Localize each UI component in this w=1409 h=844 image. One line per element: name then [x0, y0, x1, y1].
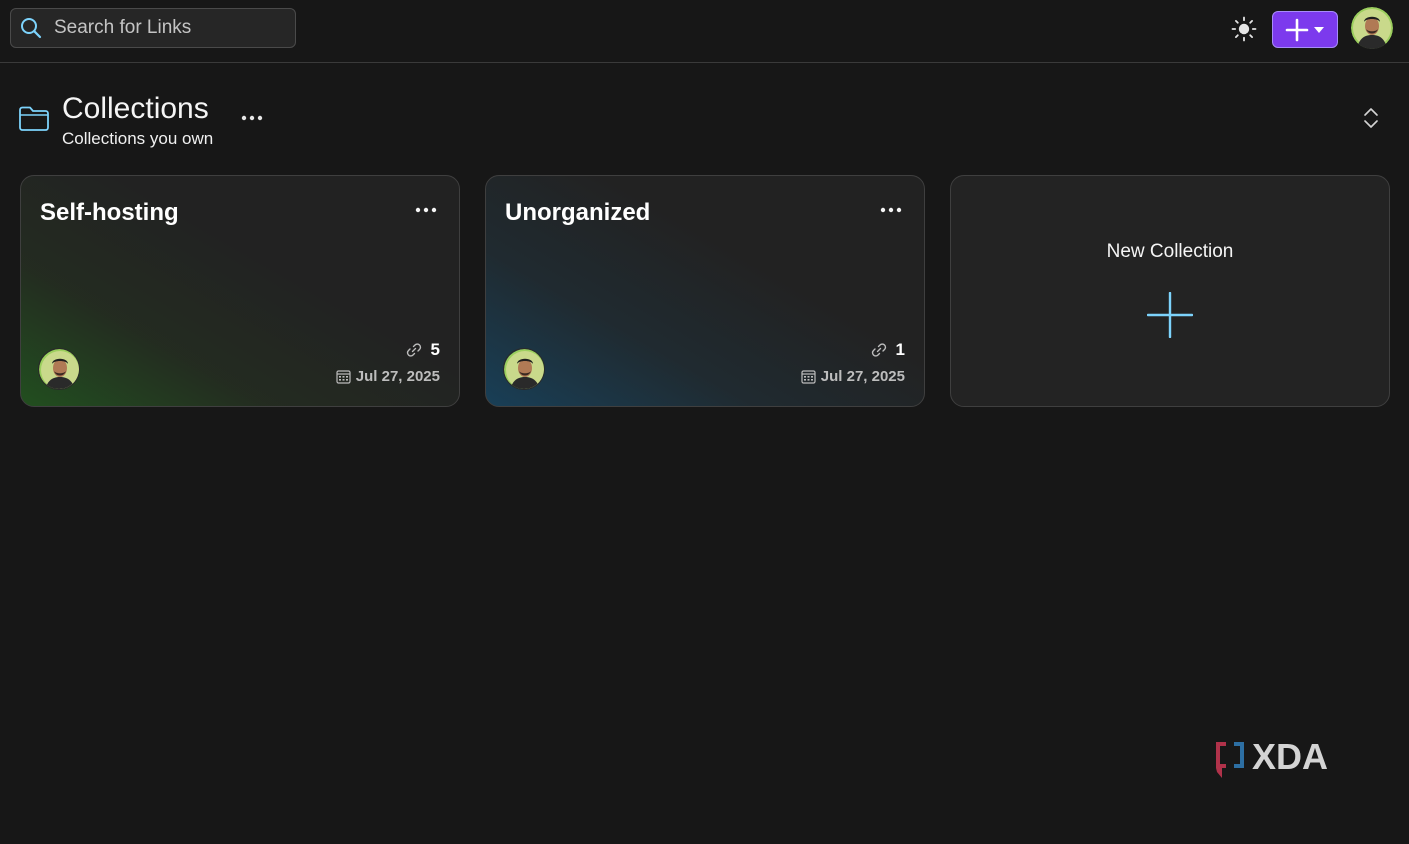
more-horizontal-icon [415, 207, 437, 213]
new-collection-label: New Collection [1106, 241, 1234, 262]
collection-name: Unorganized [505, 199, 651, 226]
link-icon [406, 343, 421, 357]
link-count: 5 [406, 340, 440, 360]
add-new-button[interactable] [1272, 11, 1338, 48]
search-box[interactable] [10, 8, 296, 48]
watermark-text: XDA [1252, 738, 1328, 777]
collections-options-button[interactable] [240, 108, 264, 128]
theme-toggle-button[interactable] [1229, 14, 1259, 44]
link-count-value: 1 [895, 340, 905, 359]
new-collection-card[interactable]: New Collection [950, 175, 1390, 407]
page-title: Collections [62, 92, 209, 125]
plus-icon [1147, 292, 1193, 338]
owner-avatar [38, 348, 80, 390]
search-input[interactable] [54, 17, 274, 39]
collection-name: Self-hosting [40, 199, 179, 226]
collection-card-unorganized[interactable]: Unorganized 1 Jul 27, 2025 [485, 175, 925, 407]
link-icon [871, 343, 886, 357]
link-count: 1 [871, 340, 905, 360]
owner-avatar [503, 348, 545, 390]
calendar-icon [336, 370, 351, 384]
more-horizontal-icon [880, 207, 902, 213]
collection-card-self-hosting[interactable]: Self-hosting 5 Jul 27, 2025 [20, 175, 460, 407]
created-date-value: Jul 27, 2025 [820, 368, 905, 385]
sun-icon [1231, 16, 1257, 42]
search-icon [20, 17, 42, 39]
plus-icon [1285, 18, 1309, 41]
chevron-up-down-icon [1364, 108, 1378, 128]
created-date: Jul 27, 2025 [801, 368, 905, 385]
xda-watermark-logo: XDA [1214, 736, 1350, 782]
sort-toggle-button[interactable] [1361, 106, 1381, 130]
calendar-icon [801, 370, 816, 384]
more-horizontal-icon [241, 115, 263, 121]
caret-down-icon [1314, 26, 1324, 33]
folder-icon [19, 106, 49, 131]
top-bar [0, 0, 1409, 63]
link-count-value: 5 [430, 340, 440, 359]
created-date: Jul 27, 2025 [336, 368, 440, 385]
user-avatar[interactable] [1351, 7, 1393, 49]
page-subtitle: Collections you own [62, 129, 214, 148]
collection-options-button[interactable] [413, 200, 439, 220]
collection-options-button[interactable] [878, 200, 904, 220]
collections-header: Collections Collections you own [18, 92, 1398, 152]
created-date-value: Jul 27, 2025 [355, 368, 440, 385]
